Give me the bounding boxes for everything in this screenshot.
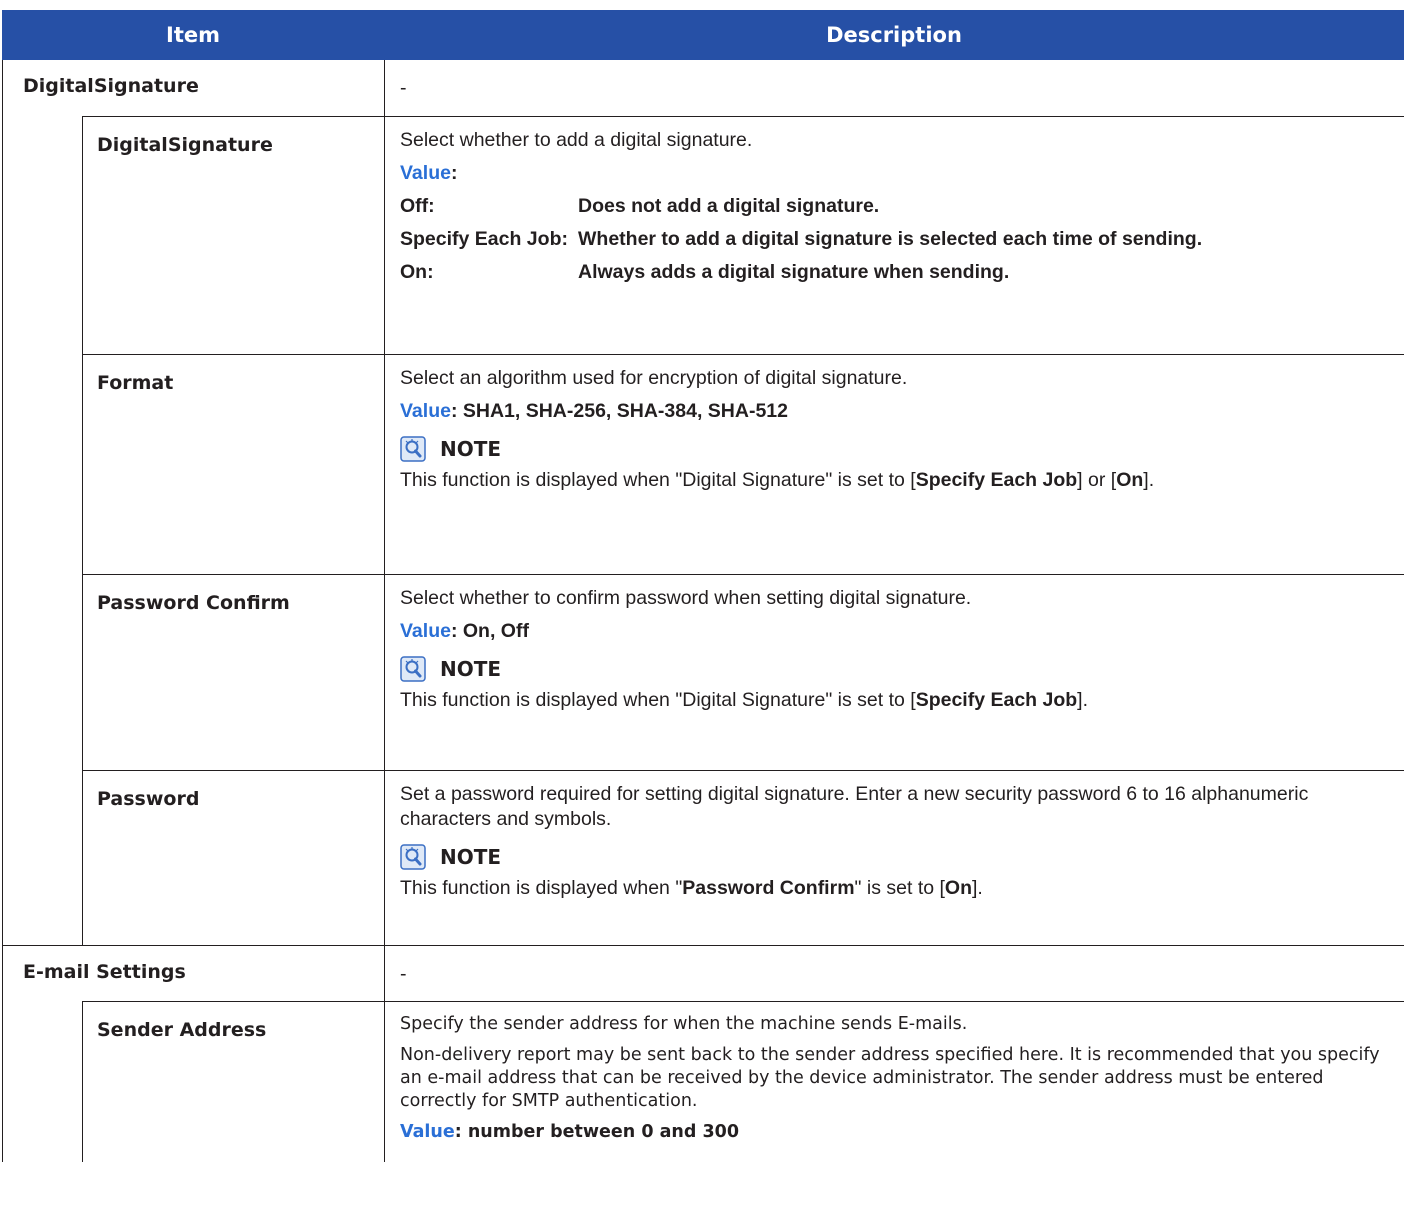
option-text: Does not add a digital signature. [578, 195, 880, 217]
table-row: DigitalSignature Select whether to add a… [2, 117, 1404, 355]
table-row: Format Select an algorithm used for encr… [2, 355, 1404, 575]
value-options: Off: Does not add a digital signature. S… [400, 194, 1404, 285]
table-header: Item Description [2, 10, 1404, 60]
option-key: Specify Each Job: [400, 228, 568, 250]
description-cell: Select whether to confirm password when … [384, 575, 1404, 771]
option-text: Whether to add a digital signature is se… [578, 228, 1203, 250]
value-label: Value [400, 620, 451, 642]
settings-table: Item Description DigitalSignature - Digi… [2, 10, 1404, 1162]
item-cell: Format [97, 372, 174, 394]
value-label: Value [400, 400, 451, 422]
value-text: : On, Off [450, 620, 529, 642]
description-cell: Set a password required for setting digi… [384, 771, 1404, 946]
value-label: Value [400, 162, 451, 184]
value-label: Value [400, 1122, 455, 1142]
item-cell: Password Confirm [97, 592, 290, 614]
header-item: Item [166, 23, 220, 47]
description-cell: Select an algorithm used for encryption … [384, 355, 1404, 575]
value-text: : SHA1, SHA-256, SHA-384, SHA-512 [450, 400, 788, 422]
item-cell: DigitalSignature [2, 60, 384, 117]
description-cell: - [384, 946, 1404, 1002]
item-cell: Password [97, 788, 200, 810]
table-row: Password Set a password required for set… [2, 771, 1404, 946]
description-text: Specify the sender address for when the … [400, 1014, 968, 1034]
description-cell: Select whether to add a digital signatur… [384, 117, 1404, 355]
option-text: Always adds a digital signature when sen… [578, 261, 1010, 283]
description-text: Set a password required for setting digi… [400, 783, 1309, 830]
header-description: Description [826, 23, 962, 47]
description-cell: - [384, 60, 1404, 117]
option-key: On: [400, 261, 434, 283]
table-row: Password Confirm Select whether to confi… [2, 575, 1404, 771]
table-row: DigitalSignature - [2, 60, 1404, 117]
description-cell: Specify the sender address for when the … [384, 1002, 1404, 1162]
description-text: Select whether to confirm password when … [400, 587, 972, 609]
option-key: Off: [400, 195, 435, 217]
table-row: Sender Address Specify the sender addres… [2, 1002, 1404, 1162]
note-icon [400, 656, 426, 682]
note-icon [400, 436, 426, 462]
item-cell: DigitalSignature [97, 134, 273, 156]
note-icon [400, 844, 426, 870]
table-row: E-mail Settings - [2, 946, 1404, 1002]
note-text: This function is displayed when "Digital… [400, 689, 1089, 711]
note-heading: NOTE [400, 656, 1404, 682]
note-text: This function is displayed when "Digital… [400, 469, 1155, 491]
item-cell: Sender Address [97, 1019, 267, 1041]
description-text: Non-delivery report may be sent back to … [400, 1045, 1380, 1111]
description-text: Select an algorithm used for encryption … [400, 367, 908, 389]
note-heading: NOTE [400, 436, 1404, 462]
item-cell: E-mail Settings [2, 946, 384, 1002]
value-text: : number between 0 and 300 [454, 1122, 739, 1142]
note-heading: NOTE [400, 844, 1404, 870]
note-text: This function is displayed when "Passwor… [400, 877, 983, 899]
description-text: Select whether to add a digital signatur… [400, 129, 753, 151]
